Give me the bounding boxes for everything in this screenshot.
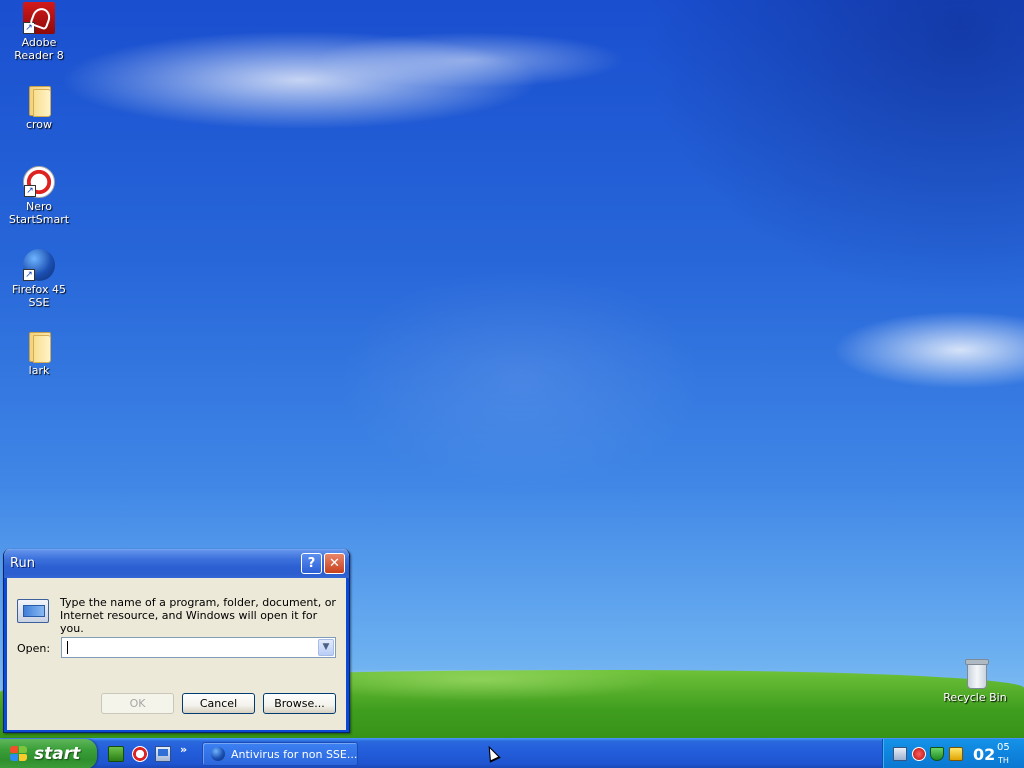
text-caret	[67, 641, 68, 654]
task-button-label: Antivirus for non SSE...	[231, 748, 358, 761]
nero-quicklaunch-icon[interactable]	[132, 746, 148, 762]
recycle-bin-icon	[959, 657, 991, 689]
run-program-icon	[17, 599, 49, 623]
taskbar-button-antivirus[interactable]: Antivirus for non SSE...	[202, 742, 358, 766]
desktop-icon-nero[interactable]: ↗ Nero StartSmart	[1, 166, 77, 226]
security-alert-icon[interactable]	[912, 747, 926, 761]
firefox-icon: ↗	[23, 249, 55, 281]
desktop-icon-label: lark	[28, 364, 50, 377]
windows-logo-icon	[10, 746, 28, 762]
pdf-icon: ↗	[23, 2, 55, 34]
cancel-button[interactable]: Cancel	[182, 693, 255, 714]
clock-suffix: TH	[998, 756, 1009, 765]
ok-button[interactable]: OK	[101, 693, 174, 714]
network-icon[interactable]	[893, 747, 907, 761]
folder-icon	[23, 330, 55, 363]
desktop-icon-label: Nero StartSmart	[8, 200, 70, 226]
help-button[interactable]: ?	[301, 553, 322, 574]
desktop-icon-label: crow	[25, 118, 53, 131]
desktop-icon-label: Recycle Bin	[943, 691, 1007, 704]
desktop-icon-lark[interactable]: lark	[1, 330, 77, 377]
shortcut-arrow-icon: ↗	[23, 269, 35, 281]
clock-minute: 05	[997, 742, 1010, 753]
desktop-icon-firefox[interactable]: ↗ Firefox 45 SSE	[1, 249, 77, 309]
taskbar: start » Antivirus for non SSE... 02 05 T…	[0, 738, 1024, 768]
nero-icon: ↗	[23, 166, 55, 198]
shield-icon[interactable]	[930, 747, 944, 761]
show-desktop-icon[interactable]	[155, 746, 171, 762]
run-body: Type the name of a program, folder, docu…	[4, 578, 349, 732]
desktop-icon-label: Firefox 45 SSE	[12, 283, 66, 309]
clock-hour: 02	[973, 745, 996, 764]
desktop-icon-crow[interactable]: crow	[1, 84, 77, 131]
shortcut-arrow-icon: ↗	[24, 185, 36, 197]
open-input[interactable]	[64, 639, 314, 656]
open-label: Open:	[17, 642, 51, 655]
desktop-icon-label: Adobe Reader 8	[14, 36, 64, 62]
desktop-icon-adobe-reader[interactable]: ↗ Adobe Reader 8	[1, 2, 77, 62]
firefox-icon	[211, 747, 225, 761]
close-button[interactable]: ✕	[324, 553, 345, 574]
start-button[interactable]: start	[0, 739, 97, 768]
quicklaunch-chevron-icon[interactable]: »	[180, 743, 187, 756]
browse-button[interactable]: Browse...	[263, 693, 336, 714]
run-title: Run	[10, 556, 35, 571]
open-combobox[interactable]: ▼	[61, 637, 336, 658]
run-description: Type the name of a program, folder, docu…	[60, 596, 336, 635]
shortcut-arrow-icon: ↗	[23, 22, 35, 34]
system-tray: 02 05 TH	[882, 739, 1024, 768]
winamp-quicklaunch-icon[interactable]	[108, 746, 124, 762]
folder-icon	[23, 84, 55, 117]
run-titlebar[interactable]: Run ? ✕	[4, 549, 349, 578]
start-label: start	[34, 744, 81, 764]
run-dialog: Run ? ✕ Type the name of a program, fold…	[3, 549, 350, 733]
desktop-icon-recycle-bin[interactable]: Recycle Bin	[937, 657, 1013, 704]
warning-icon[interactable]	[949, 747, 963, 761]
dropdown-arrow-icon[interactable]: ▼	[318, 639, 334, 656]
